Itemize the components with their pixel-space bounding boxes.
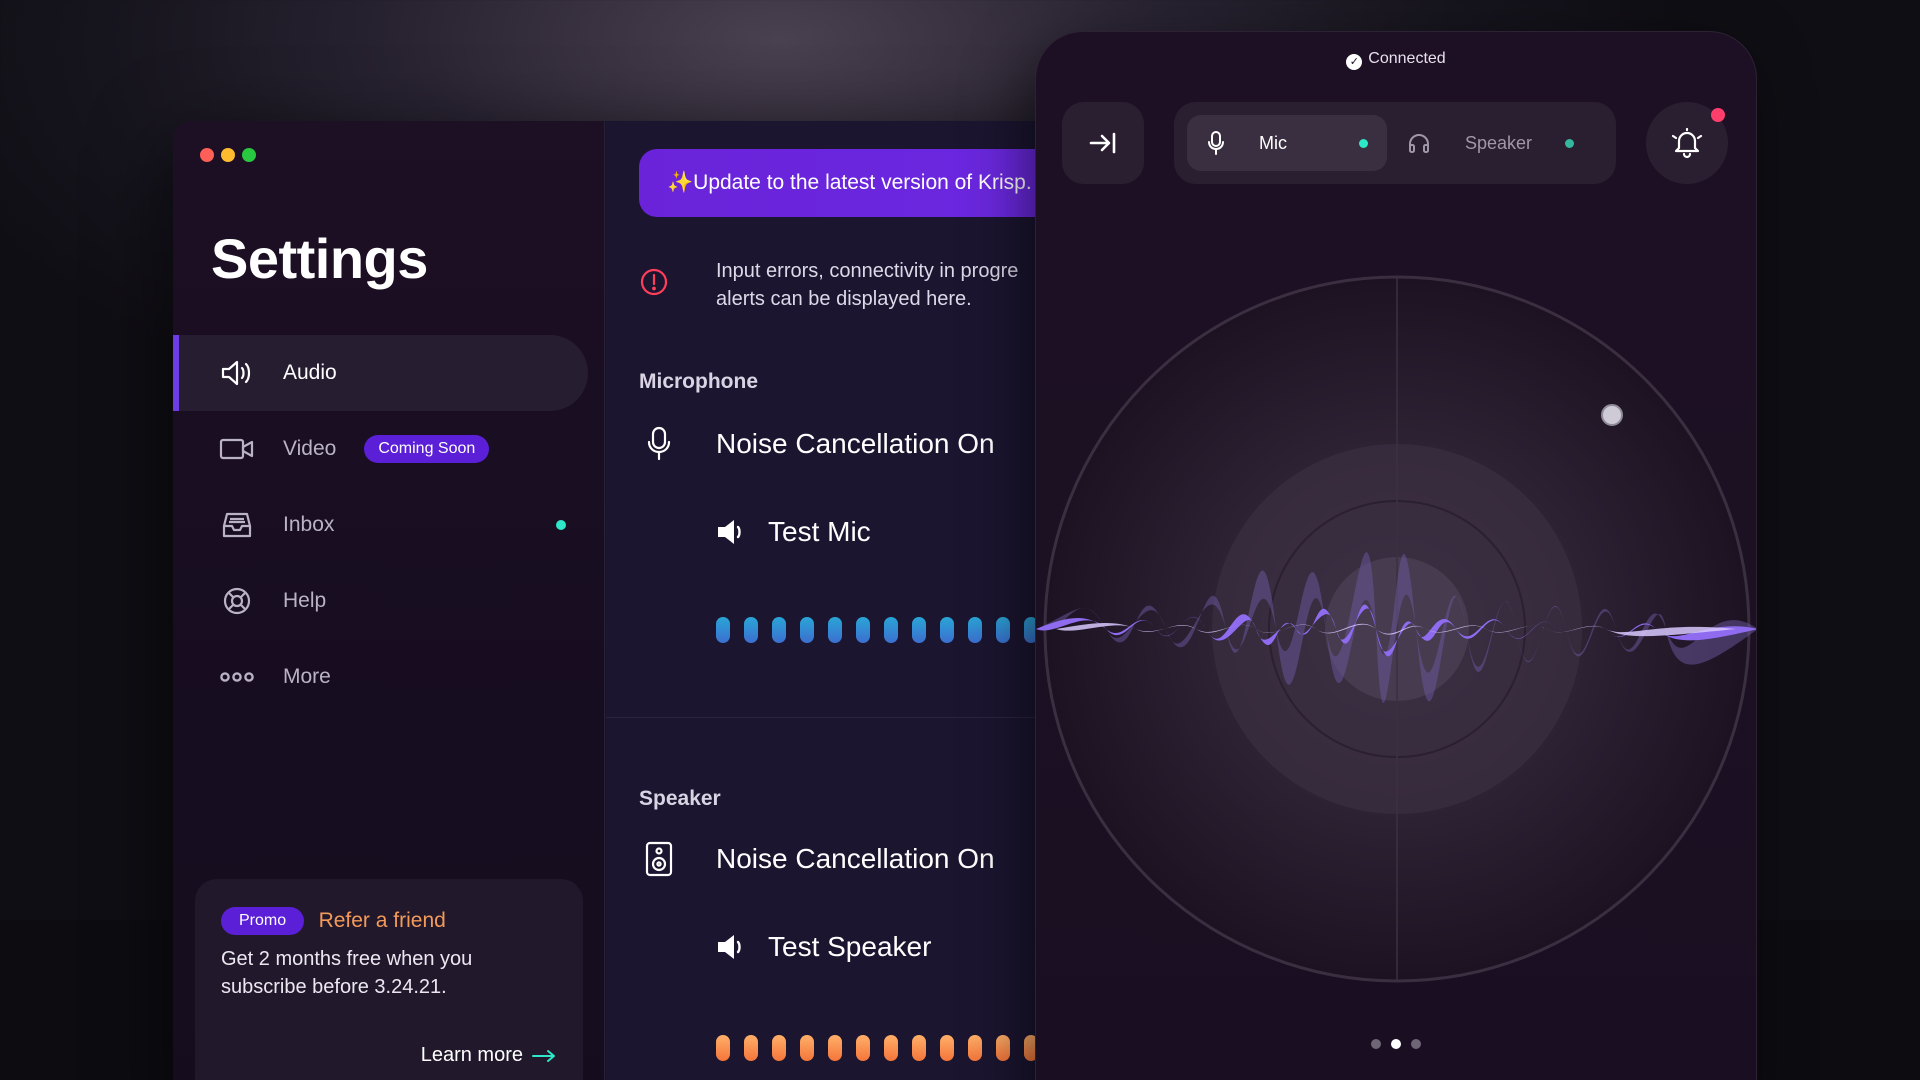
mic-noise-label: Noise Cancellation On bbox=[716, 428, 995, 459]
speaker-fill-icon bbox=[716, 933, 746, 961]
level-bar bbox=[996, 617, 1010, 643]
promo-card: Promo Refer a friend Get 2 months free w… bbox=[195, 879, 583, 1080]
minimize-window-button[interactable] bbox=[221, 148, 235, 162]
tab-mic[interactable]: Mic bbox=[1187, 115, 1387, 171]
microphone-icon bbox=[639, 426, 679, 462]
page-dot[interactable] bbox=[1391, 1039, 1401, 1049]
speaker-icon bbox=[217, 353, 257, 393]
learn-more-link[interactable]: Learn more bbox=[421, 1044, 557, 1067]
mic-noise-status: Noise Cancellation On bbox=[639, 426, 995, 462]
alert-text-line1: Input errors, connectivity in progre bbox=[716, 260, 1019, 282]
mic-level-meter bbox=[716, 617, 1038, 643]
alert-text-line2: alerts can be displayed here. bbox=[716, 288, 972, 310]
tab-speaker-label: Speaker bbox=[1465, 132, 1533, 153]
check-circle-icon: ✓ bbox=[1346, 54, 1363, 70]
sidebar-item-label: Audio bbox=[283, 361, 337, 384]
speaker-active-dot bbox=[1565, 138, 1574, 148]
level-bar bbox=[940, 1035, 954, 1061]
speaker-heading: Speaker bbox=[639, 787, 721, 810]
tab-mic-label: Mic bbox=[1259, 132, 1287, 153]
zoom-window-button[interactable] bbox=[242, 148, 256, 162]
alert-icon bbox=[639, 267, 679, 313]
level-bar bbox=[856, 1035, 870, 1061]
voice-visualizer bbox=[1036, 275, 1756, 983]
level-bar bbox=[716, 1035, 730, 1061]
krisp-widget: ✓ Connected Mic Speaker bbox=[1035, 31, 1757, 1080]
level-bar bbox=[968, 1035, 982, 1061]
level-bar bbox=[996, 1035, 1010, 1061]
sidebar-item-label: Inbox bbox=[283, 513, 335, 536]
sidebar-item-more[interactable]: More bbox=[173, 639, 588, 715]
headphones-icon bbox=[1409, 134, 1429, 153]
level-bar bbox=[968, 617, 982, 643]
bell-icon bbox=[1671, 127, 1703, 159]
promo-text: Get 2 months free when you subscribe bef… bbox=[221, 948, 473, 998]
video-camera-icon bbox=[217, 429, 257, 469]
test-mic-button[interactable]: Test Mic bbox=[716, 516, 871, 548]
arrow-to-right-icon bbox=[1089, 132, 1116, 154]
level-bar bbox=[716, 617, 730, 643]
sidebar: Settings Audio Video Coming Soon Inbox H… bbox=[173, 121, 605, 1080]
speaker-fill-icon bbox=[716, 518, 746, 546]
connection-status-label: Connected bbox=[1368, 50, 1446, 67]
loudspeaker-icon bbox=[639, 841, 679, 877]
level-bar bbox=[884, 617, 898, 643]
sidebar-item-video[interactable]: Video Coming Soon bbox=[173, 411, 588, 487]
inbox-unread-dot bbox=[556, 520, 566, 530]
microphone-icon bbox=[1208, 131, 1224, 155]
inbox-icon bbox=[217, 505, 257, 545]
connection-status: ✓ Connected bbox=[1036, 50, 1756, 70]
level-bar bbox=[772, 1035, 786, 1061]
microphone-heading: Microphone bbox=[639, 370, 758, 393]
promo-badge: Promo bbox=[221, 907, 305, 935]
tab-speaker[interactable]: Speaker bbox=[1387, 115, 1587, 171]
visualizer-handle[interactable] bbox=[1601, 404, 1623, 426]
coming-soon-badge: Coming Soon bbox=[364, 435, 490, 463]
level-bar bbox=[800, 1035, 814, 1061]
speaker-noise-label: Noise Cancellation On bbox=[716, 843, 995, 874]
level-bar bbox=[772, 617, 786, 643]
sidebar-item-label: More bbox=[283, 665, 331, 688]
notification-dot bbox=[1711, 108, 1725, 122]
collapse-button[interactable] bbox=[1062, 102, 1144, 184]
page-indicator bbox=[1036, 1039, 1756, 1049]
mic-active-dot bbox=[1359, 138, 1368, 148]
page-dot[interactable] bbox=[1411, 1039, 1421, 1049]
sidebar-item-help[interactable]: Help bbox=[173, 563, 588, 639]
level-bar bbox=[744, 1035, 758, 1061]
level-bar bbox=[940, 617, 954, 643]
level-bar bbox=[828, 1035, 842, 1061]
close-window-button[interactable] bbox=[200, 148, 214, 162]
sidebar-item-label: Help bbox=[283, 589, 327, 612]
level-bar bbox=[800, 617, 814, 643]
arrow-right-icon bbox=[532, 1049, 555, 1062]
promo-title: Refer a friend bbox=[318, 908, 446, 932]
learn-more-label: Learn more bbox=[420, 1044, 523, 1066]
level-bar bbox=[912, 1035, 926, 1061]
level-bar bbox=[884, 1035, 898, 1061]
alert-row: Input errors, connectivity in progre ale… bbox=[639, 257, 1018, 313]
sidebar-item-audio[interactable]: Audio bbox=[173, 335, 588, 411]
sidebar-item-label: Video bbox=[283, 437, 337, 460]
speaker-level-meter bbox=[716, 1035, 1038, 1061]
level-bar bbox=[912, 617, 926, 643]
level-bar bbox=[744, 617, 758, 643]
page-title: Settings bbox=[211, 227, 428, 290]
page-dot[interactable] bbox=[1371, 1039, 1381, 1049]
level-bar bbox=[856, 617, 870, 643]
test-speaker-button[interactable]: Test Speaker bbox=[716, 931, 931, 963]
speaker-noise-status: Noise Cancellation On bbox=[639, 841, 995, 877]
test-speaker-label: Test Speaker bbox=[768, 931, 932, 962]
window-controls bbox=[200, 148, 256, 162]
lifebuoy-icon bbox=[217, 581, 257, 621]
source-toggle: Mic Speaker bbox=[1174, 102, 1616, 184]
level-bar bbox=[828, 617, 842, 643]
more-dots-icon bbox=[217, 657, 257, 697]
test-mic-label: Test Mic bbox=[768, 516, 871, 547]
settings-window: Settings Audio Video Coming Soon Inbox H… bbox=[173, 121, 1173, 1080]
sidebar-item-inbox[interactable]: Inbox bbox=[173, 487, 588, 563]
